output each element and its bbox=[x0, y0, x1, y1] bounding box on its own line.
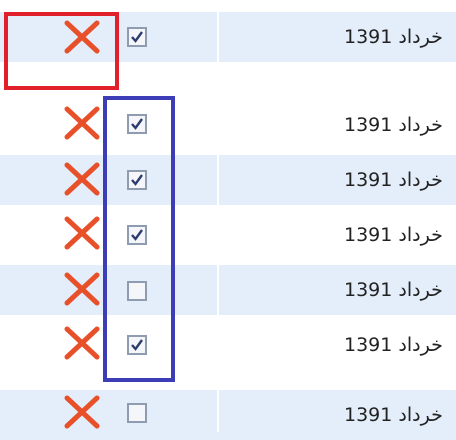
table-row: خرداد 1391 bbox=[0, 100, 456, 150]
row-checkbox[interactable] bbox=[127, 170, 147, 190]
close-icon bbox=[64, 20, 100, 54]
row-date: خرداد 1391 bbox=[344, 169, 443, 191]
delete-button[interactable] bbox=[62, 17, 102, 57]
row-date: خرداد 1391 bbox=[344, 334, 443, 356]
delete-button[interactable] bbox=[62, 323, 102, 363]
close-icon bbox=[64, 395, 100, 429]
delete-button[interactable] bbox=[62, 159, 102, 199]
close-icon bbox=[64, 106, 100, 140]
row-date: خرداد 1391 bbox=[344, 404, 443, 426]
checkmark-icon bbox=[131, 31, 143, 43]
close-icon bbox=[64, 326, 100, 360]
delete-button[interactable] bbox=[62, 392, 102, 432]
table-row: خرداد 1391 bbox=[0, 320, 456, 370]
checkmark-icon bbox=[131, 229, 143, 241]
table-row: خرداد 1391 bbox=[0, 12, 456, 62]
row-checkbox[interactable] bbox=[127, 281, 147, 301]
row-checkbox[interactable] bbox=[127, 335, 147, 355]
checkmark-icon bbox=[131, 118, 143, 130]
close-icon bbox=[64, 162, 100, 196]
delete-button[interactable] bbox=[62, 269, 102, 309]
table-row: خرداد 1391 bbox=[0, 155, 456, 205]
checkmark-icon bbox=[131, 339, 143, 351]
checkmark-icon bbox=[131, 174, 143, 186]
row-date: خرداد 1391 bbox=[344, 224, 443, 246]
table-row: خرداد 1391 bbox=[0, 210, 456, 260]
delete-button[interactable] bbox=[62, 103, 102, 143]
row-checkbox[interactable] bbox=[127, 403, 147, 423]
row-date: خرداد 1391 bbox=[344, 114, 443, 136]
table-row: خرداد 1391 bbox=[0, 265, 456, 315]
row-date: خرداد 1391 bbox=[344, 279, 443, 301]
row-date: خرداد 1391 bbox=[344, 26, 443, 48]
delete-button[interactable] bbox=[62, 213, 102, 253]
table-row: خرداد 1391 bbox=[0, 390, 456, 440]
row-checkbox[interactable] bbox=[127, 114, 147, 134]
row-checkbox[interactable] bbox=[127, 225, 147, 245]
close-icon bbox=[64, 216, 100, 250]
close-icon bbox=[64, 272, 100, 306]
row-checkbox[interactable] bbox=[127, 27, 147, 47]
column-divider bbox=[217, 0, 219, 432]
results-grid: خرداد 1391 خرداد 1391 خرداد 1391 خرداد 1… bbox=[0, 0, 456, 440]
